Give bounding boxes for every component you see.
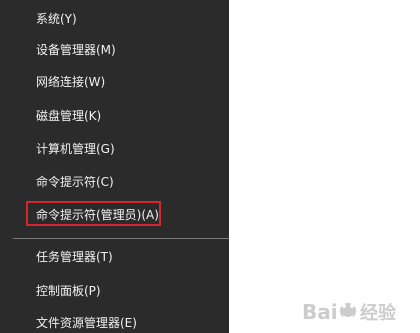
menu-separator — [13, 238, 229, 239]
svg-text:经验: 经验 — [360, 302, 397, 324]
menu-item-disk-management[interactable]: 磁盘管理(K) — [36, 108, 101, 124]
baidu-watermark-logo: Bai 经验 — [302, 297, 414, 329]
screenshot-stage: 系统(Y) 设备管理器(M) 网络连接(W) 磁盘管理(K) 计算机管理(G) … — [0, 0, 420, 333]
menu-item-device-manager[interactable]: 设备管理器(M) — [36, 42, 116, 58]
quick-link-menu: 系统(Y) 设备管理器(M) 网络连接(W) 磁盘管理(K) 计算机管理(G) … — [0, 0, 229, 333]
highlight-box — [26, 201, 161, 226]
menu-item-computer-management[interactable]: 计算机管理(G) — [36, 141, 115, 157]
menu-item-file-explorer[interactable]: 文件资源管理器(E) — [36, 315, 137, 331]
menu-item-system[interactable]: 系统(Y) — [36, 11, 77, 27]
svg-text:Bai: Bai — [302, 300, 338, 324]
menu-item-network-connections[interactable]: 网络连接(W) — [36, 74, 105, 90]
menu-item-control-panel[interactable]: 控制面板(P) — [36, 283, 101, 299]
menu-item-task-manager[interactable]: 任务管理器(T) — [36, 249, 113, 265]
menu-item-command-prompt[interactable]: 命令提示符(C) — [36, 174, 114, 190]
